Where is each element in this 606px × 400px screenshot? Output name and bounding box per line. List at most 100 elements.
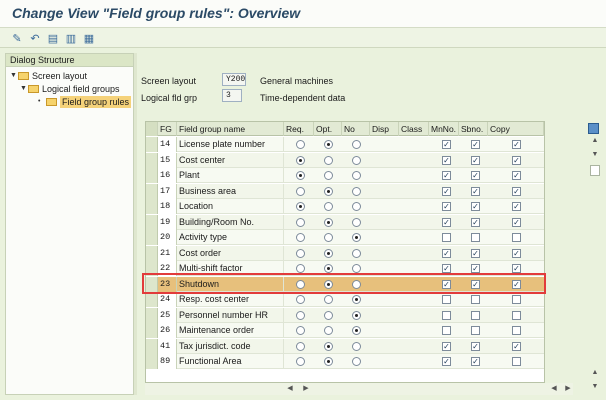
opt-radio[interactable] [324, 279, 333, 289]
copy-checkbox[interactable]: ✓ [512, 186, 521, 196]
scroll-right-icon[interactable]: ▶ [301, 384, 311, 392]
no-radio[interactable] [352, 357, 361, 366]
scroll-down-icon[interactable]: ▼ [590, 383, 600, 390]
no-radio[interactable] [352, 155, 361, 165]
col-disp[interactable]: Disp [370, 122, 399, 136]
no-radio[interactable] [352, 310, 361, 320]
scroll-thumb[interactable] [590, 165, 600, 176]
sb-checkbox[interactable]: ✓ [471, 155, 480, 165]
mn-checkbox[interactable]: ✓ [442, 248, 451, 258]
copy-checkbox[interactable]: ✓ [512, 264, 521, 273]
row-selector[interactable] [146, 292, 158, 307]
copy-checkbox[interactable]: ✓ [512, 171, 521, 180]
doc-export-icon[interactable]: ▦ [82, 31, 96, 45]
no-radio[interactable] [352, 202, 361, 211]
table-row[interactable]: 14 License plate number ✓ ✓ ✓ [146, 137, 544, 152]
opt-radio[interactable] [324, 295, 333, 304]
col-fg[interactable]: FG [158, 122, 177, 136]
table-row[interactable]: 17 Business area ✓ ✓ ✓ [146, 183, 544, 199]
copy-checkbox[interactable] [512, 310, 521, 320]
col-field-group-name[interactable]: Field group name [177, 122, 284, 136]
req-radio[interactable] [296, 357, 305, 366]
req-radio[interactable] [296, 155, 305, 165]
opt-radio[interactable] [324, 217, 333, 227]
horizontal-scrollbar[interactable]: ◀ ▶ ◀ ▶ [145, 383, 573, 395]
sb-checkbox[interactable]: ✓ [471, 171, 480, 180]
mn-checkbox[interactable] [442, 326, 451, 335]
wand-icon[interactable]: ✎ [10, 31, 24, 45]
mn-checkbox[interactable]: ✓ [442, 357, 451, 366]
tree-node-screen-layout[interactable]: ▼ Screen layout [10, 70, 87, 82]
req-radio[interactable] [296, 217, 305, 227]
copy-checkbox[interactable]: ✓ [512, 155, 521, 165]
row-selector[interactable] [146, 230, 158, 245]
row-selector[interactable] [146, 338, 158, 354]
tree-node-logical-field-groups[interactable]: ▼ Logical field groups [20, 83, 120, 95]
table-row[interactable]: 89 Functional Area ✓ ✓ [146, 354, 544, 369]
no-radio[interactable] [352, 248, 361, 258]
no-radio[interactable] [352, 233, 361, 242]
copy-checkbox[interactable]: ✓ [512, 248, 521, 258]
row-selector[interactable] [146, 137, 158, 152]
row-selector[interactable] [146, 245, 158, 261]
sb-checkbox[interactable] [471, 326, 480, 335]
row-selector[interactable] [146, 307, 158, 323]
expand-arrow-icon[interactable]: ▼ [20, 83, 28, 95]
opt-radio[interactable] [324, 186, 333, 196]
no-radio[interactable] [352, 171, 361, 180]
col-class[interactable]: Class [399, 122, 429, 136]
col-req[interactable]: Req. [284, 122, 314, 136]
row-selector[interactable] [146, 214, 158, 230]
row-selector[interactable] [146, 261, 158, 276]
no-radio[interactable] [352, 295, 361, 304]
opt-radio[interactable] [324, 248, 333, 258]
opt-radio[interactable] [324, 326, 333, 335]
sb-checkbox[interactable]: ✓ [471, 357, 480, 366]
req-radio[interactable] [296, 171, 305, 180]
opt-radio[interactable] [324, 341, 333, 351]
scroll-up-icon[interactable]: ▲ [590, 137, 600, 144]
row-selector[interactable] [146, 183, 158, 199]
sb-checkbox[interactable] [471, 233, 480, 242]
sb-checkbox[interactable] [471, 295, 480, 304]
scroll-down-icon[interactable]: ▼ [590, 151, 600, 158]
sb-checkbox[interactable] [471, 310, 480, 320]
vertical-scrollbar[interactable]: ▲ ▼ ▲ ▼ [587, 121, 601, 395]
select-all-cell[interactable] [146, 122, 158, 136]
table-row[interactable]: 21 Cost order ✓ ✓ ✓ [146, 245, 544, 261]
mn-checkbox[interactable]: ✓ [442, 264, 451, 273]
opt-radio[interactable] [324, 155, 333, 165]
col-opt[interactable]: Opt. [314, 122, 342, 136]
copy-checkbox[interactable]: ✓ [512, 279, 521, 289]
req-radio[interactable] [296, 264, 305, 273]
opt-radio[interactable] [324, 310, 333, 320]
copy-checkbox[interactable]: ✓ [512, 217, 521, 227]
mn-checkbox[interactable] [442, 233, 451, 242]
no-radio[interactable] [352, 279, 361, 289]
table-row[interactable]: 16 Plant ✓ ✓ ✓ [146, 168, 544, 183]
opt-radio[interactable] [324, 202, 333, 211]
mn-checkbox[interactable]: ✓ [442, 217, 451, 227]
mn-checkbox[interactable]: ✓ [442, 186, 451, 196]
scroll-right-icon[interactable]: ▶ [563, 384, 573, 392]
sb-checkbox[interactable]: ✓ [471, 202, 480, 211]
no-radio[interactable] [352, 341, 361, 351]
mn-checkbox[interactable]: ✓ [442, 155, 451, 165]
table-row[interactable]: 24 Resp. cost center [146, 292, 544, 307]
copy-checkbox[interactable] [512, 233, 521, 242]
undo-icon[interactable]: ↶ [28, 31, 42, 45]
table-row[interactable]: 41 Tax jurisdict. code ✓ ✓ ✓ [146, 338, 544, 354]
sb-checkbox[interactable]: ✓ [471, 264, 480, 273]
mn-checkbox[interactable]: ✓ [442, 279, 451, 289]
scroll-up-icon[interactable]: ▲ [590, 369, 600, 376]
row-selector[interactable] [146, 276, 158, 292]
table-row[interactable]: 23 Shutdown ✓ ✓ ✓ [146, 276, 544, 292]
col-mnno[interactable]: MnNo. [429, 122, 459, 136]
mn-checkbox[interactable]: ✓ [442, 140, 451, 149]
mn-checkbox[interactable]: ✓ [442, 202, 451, 211]
opt-radio[interactable] [324, 264, 333, 273]
copy-checkbox[interactable]: ✓ [512, 140, 521, 149]
req-radio[interactable] [296, 186, 305, 196]
no-radio[interactable] [352, 140, 361, 149]
col-no[interactable]: No [342, 122, 370, 136]
